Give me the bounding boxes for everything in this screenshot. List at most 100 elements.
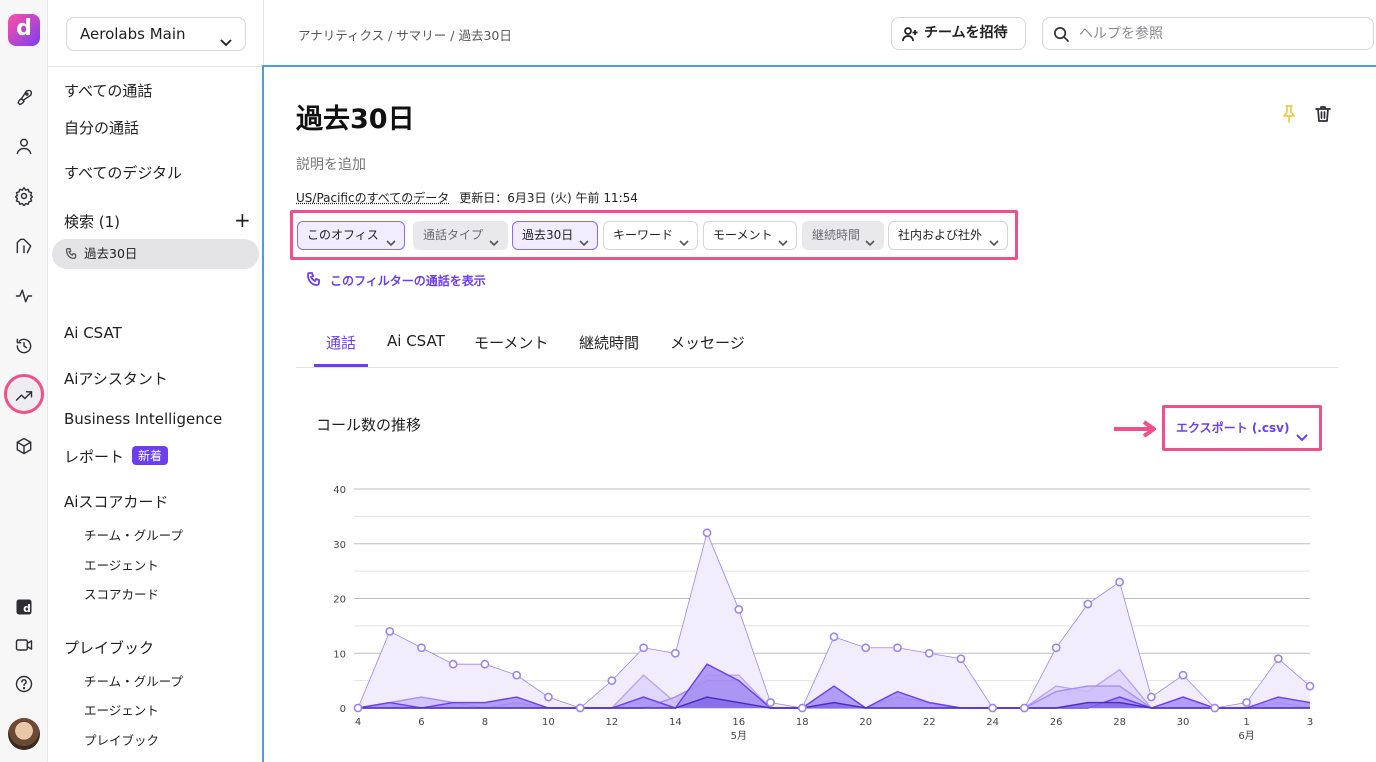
timezone-link[interactable]: US/Pacificのすべてのデータ (296, 191, 449, 205)
x-tick-label: 22 (923, 717, 936, 728)
active-tab-indicator (314, 364, 368, 367)
data-point (861, 643, 871, 653)
svg-text:d: d (23, 602, 31, 615)
workspace-name: Aerolabs Main (80, 25, 186, 43)
help-search-input[interactable] (1079, 23, 1359, 45)
x-tick-label: 28 (1113, 717, 1126, 728)
filter-chip-duration[interactable]: 継続時間 (802, 221, 884, 250)
phone-icon (307, 272, 320, 286)
x-tick-label: 6 (418, 717, 424, 728)
sidebar-subitem-playbook-agent[interactable]: エージェント (84, 700, 159, 719)
add-description[interactable]: 説明を追加 (296, 154, 366, 174)
data-meta: US/Pacificのすべてのデータ 更新日：6月3日 (火) 午前 11:54 (296, 189, 638, 206)
sidebar-item-search[interactable]: 検索 (1) (64, 211, 120, 232)
activity-icon[interactable] (12, 284, 36, 308)
series-area (358, 532, 1310, 708)
invite-team-button[interactable]: チームを招待 (891, 17, 1026, 50)
x-tick-label: 14 (669, 717, 682, 728)
sidebar-item-bi[interactable]: Business Intelligence (64, 410, 222, 428)
arrow-right-icon (1114, 420, 1156, 438)
sidebar-subitem-playbook[interactable]: プレイブック (84, 730, 159, 749)
data-point (1210, 703, 1220, 713)
y-tick-label: 40 (333, 485, 346, 496)
x-tick-label: 3 (1307, 717, 1313, 728)
cube-icon[interactable] (12, 434, 36, 458)
video-icon[interactable] (12, 633, 36, 657)
sidebar-item-my-calls[interactable]: 自分の通話 (64, 117, 139, 138)
history-icon[interactable] (12, 334, 36, 358)
add-search-icon[interactable]: + (234, 210, 251, 230)
phone-icon (65, 247, 77, 260)
x-tick-label: 16 (732, 717, 745, 728)
x-tick-label: 18 (796, 717, 809, 728)
filter-chip-call-type[interactable]: 通話タイプ (413, 221, 508, 250)
breadcrumb[interactable]: アナリティクス / サマリー / 過去30日 (298, 25, 512, 44)
y-tick-label: 20 (333, 595, 346, 606)
divider (48, 66, 264, 67)
trending-up-icon[interactable] (12, 384, 36, 408)
tab-duration[interactable]: 継続時間 (579, 332, 639, 353)
pin-icon[interactable] (1279, 104, 1299, 124)
calls-over-time-chart: 0 10 20 30 40 4 6 8 10 12 14 16 18 20 22 24 26 28 30 1 3 5月 6月 (333, 485, 1315, 742)
sidebar-item-all-digital[interactable]: すべてのデジタル (64, 162, 182, 183)
data-point (385, 626, 395, 636)
tab-messages[interactable]: メッセージ (670, 332, 745, 353)
sidebar-item-all-calls[interactable]: すべての通話 (64, 80, 152, 101)
chart-title: コール数の推移 (316, 416, 422, 434)
export-csv-button[interactable]: エクスポート (.csv) (1162, 405, 1322, 451)
data-point (829, 632, 839, 642)
data-point (512, 670, 522, 680)
data-point (575, 703, 585, 713)
show-filtered-calls-link[interactable]: このフィルターの通話を表示 (306, 272, 486, 289)
chevron-down-icon (489, 231, 499, 247)
sidebar-subitem-scorecard-agent[interactable]: エージェント (84, 555, 159, 574)
data-point (1020, 703, 1029, 713)
tab-ai-csat[interactable]: Ai CSAT (387, 332, 445, 350)
sidebar-item-ai-scorecard[interactable]: Aiスコアカード (64, 491, 168, 512)
rocket-icon[interactable] (12, 85, 36, 109)
chevron-down-icon (579, 231, 589, 247)
data-point (924, 648, 934, 658)
data-point (480, 659, 490, 669)
sidebar-subitem-scorecard[interactable]: スコアカード (84, 584, 159, 603)
gear-icon[interactable] (12, 184, 36, 208)
reports-label: レポート (64, 448, 125, 466)
avatar[interactable] (8, 718, 40, 750)
chevron-down-icon (679, 231, 689, 247)
workspace-select[interactable]: Aerolabs Main (66, 17, 246, 51)
x-tick-label: 12 (605, 717, 618, 728)
x-tick-label: 8 (482, 717, 488, 728)
data-point (353, 703, 363, 713)
filter-chip-date-range[interactable]: 過去30日 (512, 221, 598, 250)
updated-at: 更新日：6月3日 (火) 午前 11:54 (459, 191, 638, 205)
y-tick-label: 30 (333, 540, 346, 551)
sidebar-subitem-playbook-team[interactable]: チーム・グループ (84, 671, 183, 690)
dialpad-logo[interactable]: d (8, 14, 40, 46)
trash-icon[interactable] (1313, 104, 1333, 124)
sidebar-subitem-scorecard-team[interactable]: チーム・グループ (84, 525, 183, 544)
filter-chip-label: キーワード (613, 228, 674, 242)
tab-calls[interactable]: 通話 (326, 332, 356, 353)
data-point (543, 692, 553, 702)
chevron-down-icon (989, 231, 999, 247)
data-point (766, 698, 775, 707)
filter-chip-internal-external[interactable]: 社内および社外 (888, 221, 1008, 250)
filter-chip-office[interactable]: このオフィス (297, 221, 405, 250)
sidebar-item-saved-search[interactable]: 過去30日 (52, 239, 259, 269)
sidebar-item-playbook[interactable]: プレイブック (64, 637, 154, 658)
chevron-down-icon (1295, 421, 1309, 442)
sidebar-item-ai-assistant[interactable]: Aiアシスタント (64, 368, 168, 389)
route-icon[interactable] (12, 234, 36, 258)
help-icon[interactable] (12, 672, 36, 696)
dialpad-logo-icon[interactable]: d (12, 595, 36, 619)
y-tick-label: 0 (340, 704, 346, 715)
sidebar-item-ai-csat[interactable]: Ai CSAT (64, 324, 122, 342)
filter-chip-keyword[interactable]: キーワード (603, 221, 698, 250)
sidebar-item-reports[interactable]: レポート 新着 (64, 446, 169, 467)
filter-chip-label: 過去30日 (522, 228, 574, 242)
tab-moments[interactable]: モーメント (474, 332, 548, 353)
filter-chip-moment[interactable]: モーメント (703, 221, 797, 250)
data-point (1273, 654, 1283, 664)
user-icon[interactable] (12, 134, 36, 158)
saved-search-label: 過去30日 (84, 246, 138, 261)
